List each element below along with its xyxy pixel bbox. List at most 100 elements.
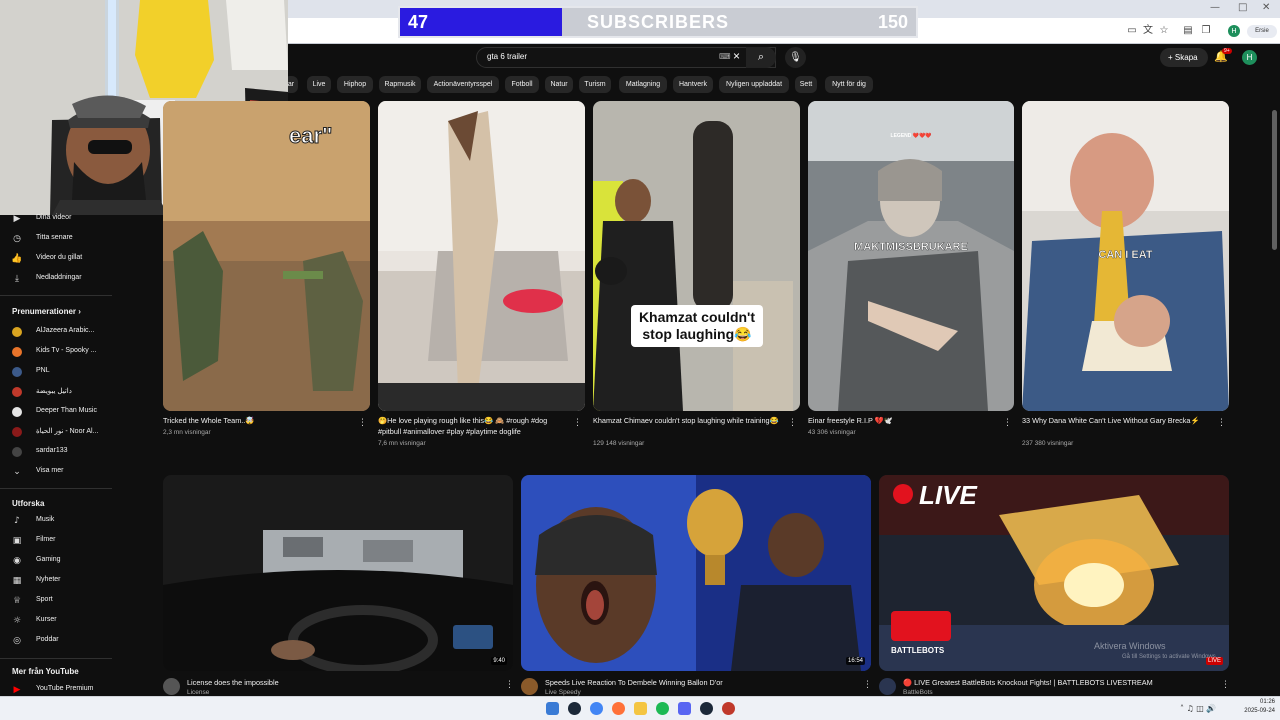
sidebar-item-liked-videos[interactable]: 👍 Videor du gillat <box>0 250 115 268</box>
more-options-icon[interactable]: ⋮ <box>1003 418 1012 428</box>
channel-avatar[interactable] <box>879 678 896 695</box>
channel-avatar[interactable] <box>163 678 180 695</box>
puzzle-icon[interactable]: ❐ <box>1200 25 1212 37</box>
chip[interactable]: Fotboll <box>505 76 539 93</box>
video-thumbnail[interactable]: 16:54 <box>521 475 871 671</box>
page-scrollbar[interactable] <box>1272 110 1277 250</box>
steam-icon[interactable] <box>700 702 713 715</box>
keyboard-icon[interactable]: ⌨ <box>719 52 731 61</box>
show-more-button[interactable]: ⌄ Visa mer <box>0 463 115 481</box>
sidebar-item-podcasts[interactable]: ◎ Poddar <box>0 632 115 650</box>
more-options-icon[interactable]: ⋮ <box>863 680 872 690</box>
clear-search-icon[interactable]: × <box>733 49 740 63</box>
channel-avatar[interactable] <box>521 678 538 695</box>
chip[interactable]: Live <box>307 76 331 93</box>
sidebar-item-label: Dina videor <box>36 214 72 221</box>
short-title[interactable]: 🤭He love playing rough like this😂 🙈 #rou… <box>378 415 572 437</box>
short-thumbnail[interactable]: LEGEND ❤️❤️❤️ MAKTMISSBRUKARE <box>808 101 1014 411</box>
sidebar-item-gaming[interactable]: ◉ Gaming <box>0 552 115 570</box>
short-thumbnail[interactable]: Khamzat couldn't stop laughing😂 <box>593 101 800 411</box>
short-title[interactable]: Khamzat Chimaev couldn't stop laughing w… <box>593 415 787 426</box>
profile-button[interactable]: Ersie <box>1247 25 1277 38</box>
sidebar-item-movies[interactable]: ▣ Filmer <box>0 532 115 550</box>
firefox-icon[interactable] <box>612 702 625 715</box>
sidebar-item-subscription[interactable]: sardar133 <box>0 443 115 461</box>
chip[interactable]: Hantverk <box>673 76 713 93</box>
file-explorer-icon[interactable] <box>634 702 647 715</box>
lightbulb-icon: ☼ <box>12 616 22 626</box>
translate-icon[interactable]: 文 <box>1142 25 1154 37</box>
chrome-icon[interactable] <box>590 702 603 715</box>
channel-name[interactable]: License <box>187 689 209 696</box>
sidebar-item-your-videos[interactable]: ▶ Dina videor <box>0 210 115 228</box>
short-thumbnail[interactable]: ear" <box>163 101 370 411</box>
steam-icon[interactable] <box>568 702 581 715</box>
short-thumbnail[interactable] <box>378 101 585 411</box>
sidebar-item-label: Musik <box>36 516 55 523</box>
chip[interactable]: Sett <box>795 76 817 93</box>
create-button[interactable]: + Skapa <box>1160 48 1208 67</box>
windows-start-icon[interactable] <box>546 702 559 715</box>
search-button[interactable]: ⌕ <box>746 47 776 68</box>
chip[interactable]: Hiphop <box>337 76 373 93</box>
video-title[interactable]: License does the impossible <box>187 677 487 688</box>
chip[interactable]: Matlagning <box>619 76 667 93</box>
more-options-icon[interactable]: ⋮ <box>1221 680 1230 690</box>
spotify-icon[interactable] <box>656 702 669 715</box>
more-options-icon[interactable]: ⋮ <box>573 418 582 428</box>
sidebar-item-sport[interactable]: ♕ Sport <box>0 592 115 610</box>
sidebar-item-label: Titta senare <box>36 234 73 241</box>
profile-icon[interactable]: H <box>1228 25 1240 37</box>
video-thumbnail[interactable]: LIVE BATTLEBOTS LIVE <box>879 475 1229 671</box>
channel-name[interactable]: BattleBots <box>903 689 933 696</box>
sidebar-item-music[interactable]: ♪ Musik <box>0 512 115 530</box>
sidebar-item-subscription[interactable]: Deeper Than Music <box>0 403 115 421</box>
discord-icon[interactable] <box>678 702 691 715</box>
short-thumbnail[interactable]: CAN I EAT <box>1022 101 1229 411</box>
chip[interactable]: Turism <box>579 76 611 93</box>
close-window-button[interactable]: ✕ <box>1262 2 1270 13</box>
short-title[interactable]: Tricked the Whole Team..🤯 <box>163 415 353 426</box>
cast-icon[interactable]: ▭ <box>1126 25 1138 37</box>
voice-search-button[interactable]: 🎙 <box>785 47 806 68</box>
newspaper-icon: ▦ <box>12 576 22 586</box>
video-title[interactable]: 🔴 LIVE Greatest BattleBots Knockout Figh… <box>903 677 1203 688</box>
video-thumbnail-image <box>163 475 513 671</box>
chip[interactable]: Rapmusik <box>379 76 421 93</box>
more-options-icon[interactable]: ⋮ <box>1217 418 1226 428</box>
subscriptions-heading[interactable]: Prenumerationer › <box>12 307 81 316</box>
sidebar-item-watch-later[interactable]: ◷ Titta senare <box>0 230 115 248</box>
system-tray-icons[interactable]: ˄ ♫ ◫ 🔊 <box>1180 704 1216 713</box>
extensions-icon[interactable]: ▤ <box>1182 25 1194 37</box>
short-title[interactable]: 33 Why Dana White Can't Live Without Gar… <box>1022 415 1212 426</box>
chip[interactable]: Actionäventyrsspel <box>427 76 499 93</box>
sidebar-item-subscription[interactable]: داتيل يبويضة <box>0 383 115 401</box>
sidebar-item-subscription[interactable]: Kids Tv - Spooky ... <box>0 343 115 361</box>
more-options-icon[interactable]: ⋮ <box>788 418 797 428</box>
short-title[interactable]: Einar freestyle R.I.P 💔🕊️ <box>808 415 1002 426</box>
sidebar-item-subscription[interactable]: PNL <box>0 363 115 381</box>
video-title[interactable]: Speeds Live Reaction To Dembele Winning … <box>545 677 845 688</box>
short-overlay-text: CAN I EAT <box>1098 249 1153 261</box>
sidebar-item-courses[interactable]: ☼ Kurser <box>0 612 115 630</box>
maximize-button[interactable]: □ <box>1238 2 1247 13</box>
app-icon[interactable] <box>722 702 735 715</box>
chip[interactable]: Nytt för dig <box>825 76 873 93</box>
more-options-icon[interactable]: ⋮ <box>358 418 367 428</box>
avatar[interactable]: H <box>1242 50 1257 65</box>
channel-name[interactable]: Live Speedy <box>545 689 581 696</box>
chip[interactable]: Natur <box>545 76 573 93</box>
microphone-icon: 🎙 <box>789 52 802 63</box>
search-icon: ⌕ <box>757 51 765 63</box>
star-icon[interactable]: ☆ <box>1158 25 1170 37</box>
minimize-button[interactable]: — <box>1210 2 1220 13</box>
sidebar-item-subscription[interactable]: AlJazeera Arabic... <box>0 323 115 341</box>
sidebar-item-label: PNL <box>36 367 50 374</box>
sidebar-item-downloads[interactable]: ⤓ Nedladdningar <box>0 270 115 288</box>
video-thumbnail[interactable]: 9:40 <box>163 475 513 671</box>
search-input[interactable]: gta 6 trailer ⌨ × <box>476 47 776 68</box>
sidebar-item-subscription[interactable]: نور الحياة - Noor Al... <box>0 423 115 441</box>
more-options-icon[interactable]: ⋮ <box>505 680 514 690</box>
chip[interactable]: Nyligen uppladdat <box>719 76 789 93</box>
sidebar-item-news[interactable]: ▦ Nyheter <box>0 572 115 590</box>
